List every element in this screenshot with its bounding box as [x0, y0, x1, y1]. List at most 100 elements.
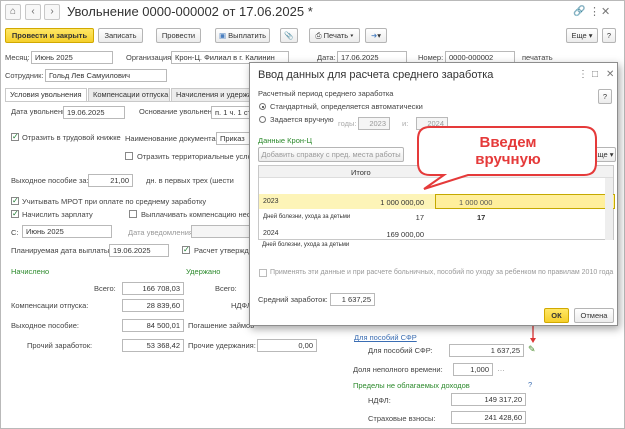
- home-icon[interactable]: ⌂: [5, 4, 21, 20]
- avg-input: 1 637,25: [330, 293, 375, 306]
- severance-input[interactable]: 21,00: [88, 174, 133, 187]
- tab-divider: [5, 101, 251, 102]
- planned-input[interactable]: 19.06.2025: [109, 244, 169, 257]
- limit-ndfl-label: НДФЛ:: [368, 396, 391, 405]
- basis-label: Основание увольнения:: [139, 107, 223, 116]
- notify-input[interactable]: [191, 225, 251, 238]
- other-withheld-input: 0,00: [257, 339, 317, 352]
- territorial-checkbox[interactable]: [125, 152, 133, 160]
- dialog-more-icon[interactable]: ⋮: [578, 69, 588, 80]
- tab-conditions[interactable]: Условия увольнения: [5, 88, 87, 101]
- year-sep-label: и:: [402, 119, 409, 128]
- radio-auto[interactable]: [259, 103, 266, 110]
- related-icon: ➜: [370, 31, 378, 40]
- month-label: Месяц:: [5, 53, 30, 62]
- print-flag-label: печатать: [522, 53, 553, 62]
- radio-manual-label: Задается вручную: [270, 115, 334, 124]
- number-label: Номер:: [418, 53, 444, 62]
- add-ref-button[interactable]: Добавить справку с пред. места работы: [258, 147, 404, 162]
- dialog-max-icon[interactable]: □: [592, 69, 598, 80]
- related-docs-button[interactable]: ➜▾: [365, 28, 387, 43]
- territorial-label: Отразить территориальные услови: [137, 152, 260, 161]
- calc-checkbox[interactable]: ✓: [182, 246, 190, 254]
- attach-button[interactable]: 📎: [280, 28, 298, 43]
- doc-name-input[interactable]: Приказ: [216, 132, 251, 145]
- month-input[interactable]: Июнь 2025: [31, 51, 113, 64]
- post-button[interactable]: Провести: [156, 28, 201, 43]
- period-label: Расчетный период среднего заработка: [258, 89, 394, 98]
- forward-icon[interactable]: ›: [44, 4, 60, 20]
- pay-icon: ▣: [219, 31, 229, 40]
- link-icon[interactable]: 🔗: [573, 6, 585, 17]
- close-icon[interactable]: ✕: [601, 5, 610, 18]
- sfr-link[interactable]: Для пособий СФР: [354, 333, 417, 342]
- parttime-input[interactable]: 1,000: [453, 363, 493, 376]
- col-total-header: Итого: [351, 168, 371, 177]
- severance-label: Выходное пособие за:: [11, 176, 89, 185]
- pay-comp-checkbox[interactable]: [129, 210, 137, 218]
- pay-label: Выплатить: [228, 31, 266, 40]
- tab-accruals[interactable]: Начисления и удержа: [171, 88, 253, 101]
- sfr-input: 1 637,25: [449, 344, 524, 357]
- help-button[interactable]: ?: [602, 28, 616, 43]
- accrue-label: Начислить зарплату: [22, 210, 93, 219]
- dialog-title: Ввод данных для расчета среднего заработ…: [258, 69, 494, 81]
- edit-pencil-icon[interactable]: ✎: [528, 344, 536, 355]
- limit-ndfl-input: 149 317,20: [451, 393, 526, 406]
- other-label: Прочий заработок:: [27, 341, 93, 350]
- row-sick-2023-entered[interactable]: 17: [477, 213, 485, 222]
- doc-name-label: Наименование документа:: [125, 134, 218, 143]
- dialog-close-icon[interactable]: ✕: [606, 69, 614, 80]
- mrot-checkbox[interactable]: ✓: [11, 197, 19, 205]
- paperclip-icon: 📎: [284, 31, 294, 40]
- more-options-icon[interactable]: …: [497, 364, 505, 373]
- other-withheld-label: Прочие удержания:: [188, 341, 256, 350]
- total-input: 166 708,03: [122, 282, 184, 295]
- tab-compensation[interactable]: Компенсации отпуска: [88, 88, 170, 101]
- apply-checkbox[interactable]: [259, 269, 267, 277]
- row-sick-2024: Дней болезни, ухода за детьми: [262, 242, 350, 248]
- row-year-2023: 2023: [263, 198, 279, 205]
- parttime-label: Доля неполного времени:: [353, 365, 443, 374]
- more-icon[interactable]: ⋮: [589, 5, 600, 18]
- dismissal-date-input[interactable]: 19.06.2025: [63, 106, 125, 119]
- title-bar: ⌂ ‹ › Увольнение 0000-000002 от 17.06.20…: [1, 1, 624, 23]
- row-2023-entered[interactable]: 1 000 000: [459, 198, 492, 207]
- data-label: Данные Крон-Ц: [258, 136, 313, 145]
- more-button[interactable]: Еще ▾: [566, 28, 598, 43]
- limits-header: Пределы не облагаемых доходов: [353, 381, 470, 390]
- comp-input: 28 839,60: [122, 299, 184, 312]
- cancel-button[interactable]: Отмена: [574, 308, 614, 323]
- post-close-button[interactable]: Провести и закрыть: [5, 28, 94, 43]
- row-2024-total: 169 000,00: [386, 230, 424, 239]
- withheld-header: Удержано: [186, 267, 221, 276]
- print-button[interactable]: ⎙ Печать ▾: [309, 28, 360, 43]
- mrot-label: Учитывать МРОТ при оплате по среднему за…: [22, 197, 207, 206]
- pay-button[interactable]: ▣ Выплатить: [215, 28, 270, 43]
- radio-manual[interactable]: [259, 116, 266, 123]
- org-label: Организация:: [126, 53, 174, 62]
- severance-unit: дн. в первых трех (шести: [146, 176, 234, 185]
- workbook-checkbox[interactable]: ✓: [11, 133, 19, 141]
- dialog-help-button[interactable]: ?: [598, 89, 612, 104]
- employee-input[interactable]: Гольд Лев Самуилович: [45, 69, 167, 82]
- limit-ins-input: 241 428,60: [451, 411, 526, 424]
- save-button[interactable]: Записать: [98, 28, 143, 43]
- accrue-checkbox[interactable]: ✓: [11, 210, 19, 218]
- print-label: Печать: [323, 31, 349, 40]
- workbook-label: Отразить в трудовой книжке: [22, 133, 121, 142]
- callout-bubble: Введем вручную: [416, 125, 598, 191]
- limits-help-icon[interactable]: ?: [528, 380, 532, 389]
- calc-label: Расчет утвержд: [194, 246, 249, 255]
- back-icon[interactable]: ‹: [25, 4, 41, 20]
- printer-icon: ⎙: [315, 31, 324, 40]
- notify-label: Дата уведомления:: [128, 228, 196, 237]
- from-input[interactable]: Июнь 2025: [22, 225, 112, 238]
- other-input: 53 368,42: [122, 339, 184, 352]
- avg-earnings-dialog: Ввод данных для расчета среднего заработ…: [249, 62, 618, 326]
- grid-scrollbar[interactable]: [605, 178, 613, 240]
- year-from-input[interactable]: 2023: [358, 117, 390, 130]
- ok-button[interactable]: ОК: [544, 308, 569, 323]
- basis-input[interactable]: п. 1 ч. 1 ст: [211, 106, 251, 119]
- employee-label: Сотрудник:: [5, 71, 44, 80]
